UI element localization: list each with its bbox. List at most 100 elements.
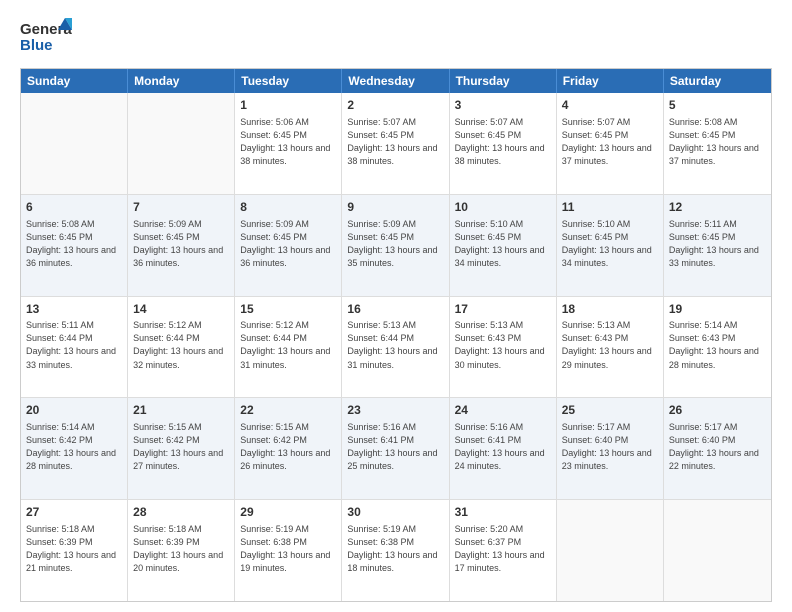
calendar-cell: 28Sunrise: 5:18 AM Sunset: 6:39 PM Dayli… <box>128 500 235 601</box>
day-info: Sunrise: 5:11 AM Sunset: 6:44 PM Dayligh… <box>26 319 122 371</box>
calendar-cell: 22 Sunrise: 5:15 AM Sunset: 6:42 PM Dayli… <box>235 398 342 499</box>
day-info: Sunrise: 5:10 AM Sunset: 6:45 PM Dayligh… <box>455 218 551 270</box>
day-info: Sunrise: 5:16 AM Sunset: 6:41 PM Dayligh… <box>455 421 551 473</box>
day-info: Sunrise: 5:15 AM Sunset: 6:42 PM Dayligh… <box>133 421 229 473</box>
calendar-cell: 30Sunrise: 5:19 AM Sunset: 6:38 PM Dayli… <box>342 500 449 601</box>
calendar-cell: 3 Sunrise: 5:07 AM Sunset: 6:45 PM Daylig… <box>450 93 557 194</box>
calendar-cell: 5 Sunrise: 5:08 AM Sunset: 6:45 PM Daylig… <box>664 93 771 194</box>
calendar-cell: 4Sunrise: 5:07 AM Sunset: 6:45 PM Daylig… <box>557 93 664 194</box>
calendar-cell: 25 Sunrise: 5:17 AM Sunset: 6:40 PM Dayli… <box>557 398 664 499</box>
calendar-cell: 2 Sunrise: 5:07 AM Sunset: 6:45 PM Daylig… <box>342 93 449 194</box>
day-info: Sunrise: 5:18 AM Sunset: 6:39 PM Dayligh… <box>26 523 122 575</box>
day-number: 2 <box>347 97 443 114</box>
calendar-cell: 17Sunrise: 5:13 AM Sunset: 6:43 PM Dayli… <box>450 297 557 398</box>
day-number: 14 <box>133 301 229 318</box>
day-number: 31 <box>455 504 551 521</box>
day-info: Sunrise: 5:09 AM Sunset: 6:45 PM Dayligh… <box>133 218 229 270</box>
weekday-header: Saturday <box>664 69 771 93</box>
day-number: 9 <box>347 199 443 216</box>
day-info: Sunrise: 5:09 AM Sunset: 6:45 PM Dayligh… <box>240 218 336 270</box>
calendar-cell: 19Sunrise: 5:14 AM Sunset: 6:43 PM Dayli… <box>664 297 771 398</box>
weekday-header: Sunday <box>21 69 128 93</box>
day-number: 23 <box>347 402 443 419</box>
weekday-header: Thursday <box>450 69 557 93</box>
calendar-row: 13Sunrise: 5:11 AM Sunset: 6:44 PM Dayli… <box>21 297 771 399</box>
day-number: 8 <box>240 199 336 216</box>
day-info: Sunrise: 5:14 AM Sunset: 6:42 PM Dayligh… <box>26 421 122 473</box>
day-number: 21 <box>133 402 229 419</box>
calendar-cell: 1 Sunrise: 5:06 AM Sunset: 6:45 PM Daylig… <box>235 93 342 194</box>
calendar-cell: 6 Sunrise: 5:08 AM Sunset: 6:45 PM Daylig… <box>21 195 128 296</box>
day-number: 16 <box>347 301 443 318</box>
day-info: Sunrise: 5:07 AM Sunset: 6:45 PM Dayligh… <box>347 116 443 168</box>
calendar-cell: 18Sunrise: 5:13 AM Sunset: 6:43 PM Dayli… <box>557 297 664 398</box>
calendar-cell: 29 Sunrise: 5:19 AM Sunset: 6:38 PM Dayli… <box>235 500 342 601</box>
calendar-cell: 26Sunrise: 5:17 AM Sunset: 6:40 PM Dayli… <box>664 398 771 499</box>
logo-svg: General Blue <box>20 16 72 58</box>
calendar-cell: 7 Sunrise: 5:09 AM Sunset: 6:45 PM Daylig… <box>128 195 235 296</box>
day-info: Sunrise: 5:13 AM Sunset: 6:43 PM Dayligh… <box>562 319 658 371</box>
calendar-cell <box>664 500 771 601</box>
calendar-cell <box>557 500 664 601</box>
day-info: Sunrise: 5:14 AM Sunset: 6:43 PM Dayligh… <box>669 319 766 371</box>
day-number: 18 <box>562 301 658 318</box>
day-number: 17 <box>455 301 551 318</box>
day-number: 27 <box>26 504 122 521</box>
day-number: 1 <box>240 97 336 114</box>
day-info: Sunrise: 5:07 AM Sunset: 6:45 PM Dayligh… <box>455 116 551 168</box>
weekday-header: Wednesday <box>342 69 449 93</box>
calendar: SundayMondayTuesdayWednesdayThursdayFrid… <box>20 68 772 602</box>
calendar-cell: 27 Sunrise: 5:18 AM Sunset: 6:39 PM Dayli… <box>21 500 128 601</box>
logo: General Blue <box>20 16 72 58</box>
day-info: Sunrise: 5:08 AM Sunset: 6:45 PM Dayligh… <box>26 218 122 270</box>
calendar-header: SundayMondayTuesdayWednesdayThursdayFrid… <box>21 69 771 93</box>
day-number: 10 <box>455 199 551 216</box>
day-number: 4 <box>562 97 658 114</box>
day-info: Sunrise: 5:13 AM Sunset: 6:44 PM Dayligh… <box>347 319 443 371</box>
day-number: 5 <box>669 97 766 114</box>
day-info: Sunrise: 5:12 AM Sunset: 6:44 PM Dayligh… <box>133 319 229 371</box>
day-info: Sunrise: 5:12 AM Sunset: 6:44 PM Dayligh… <box>240 319 336 371</box>
calendar-cell: 9 Sunrise: 5:09 AM Sunset: 6:45 PM Daylig… <box>342 195 449 296</box>
day-number: 15 <box>240 301 336 318</box>
day-info: Sunrise: 5:13 AM Sunset: 6:43 PM Dayligh… <box>455 319 551 371</box>
day-number: 11 <box>562 199 658 216</box>
day-info: Sunrise: 5:10 AM Sunset: 6:45 PM Dayligh… <box>562 218 658 270</box>
calendar-cell: 31 Sunrise: 5:20 AM Sunset: 6:37 PM Dayli… <box>450 500 557 601</box>
day-info: Sunrise: 5:11 AM Sunset: 6:45 PM Dayligh… <box>669 218 766 270</box>
weekday-header: Friday <box>557 69 664 93</box>
calendar-cell: 10 Sunrise: 5:10 AM Sunset: 6:45 PM Dayli… <box>450 195 557 296</box>
day-info: Sunrise: 5:19 AM Sunset: 6:38 PM Dayligh… <box>240 523 336 575</box>
page: General Blue SundayMondayTuesdayWednesda… <box>0 0 792 612</box>
day-info: Sunrise: 5:20 AM Sunset: 6:37 PM Dayligh… <box>455 523 551 575</box>
day-number: 25 <box>562 402 658 419</box>
calendar-body: 1 Sunrise: 5:06 AM Sunset: 6:45 PM Daylig… <box>21 93 771 601</box>
header: General Blue <box>20 16 772 58</box>
day-number: 30 <box>347 504 443 521</box>
day-info: Sunrise: 5:17 AM Sunset: 6:40 PM Dayligh… <box>669 421 766 473</box>
day-info: Sunrise: 5:17 AM Sunset: 6:40 PM Dayligh… <box>562 421 658 473</box>
calendar-cell: 14Sunrise: 5:12 AM Sunset: 6:44 PM Dayli… <box>128 297 235 398</box>
calendar-cell: 8 Sunrise: 5:09 AM Sunset: 6:45 PM Daylig… <box>235 195 342 296</box>
day-info: Sunrise: 5:18 AM Sunset: 6:39 PM Dayligh… <box>133 523 229 575</box>
day-number: 7 <box>133 199 229 216</box>
day-info: Sunrise: 5:16 AM Sunset: 6:41 PM Dayligh… <box>347 421 443 473</box>
day-info: Sunrise: 5:15 AM Sunset: 6:42 PM Dayligh… <box>240 421 336 473</box>
day-number: 3 <box>455 97 551 114</box>
day-number: 19 <box>669 301 766 318</box>
day-number: 6 <box>26 199 122 216</box>
day-info: Sunrise: 5:06 AM Sunset: 6:45 PM Dayligh… <box>240 116 336 168</box>
day-info: Sunrise: 5:08 AM Sunset: 6:45 PM Dayligh… <box>669 116 766 168</box>
calendar-cell: 15Sunrise: 5:12 AM Sunset: 6:44 PM Dayli… <box>235 297 342 398</box>
svg-text:Blue: Blue <box>20 37 53 54</box>
day-number: 13 <box>26 301 122 318</box>
day-number: 22 <box>240 402 336 419</box>
calendar-cell <box>21 93 128 194</box>
day-info: Sunrise: 5:09 AM Sunset: 6:45 PM Dayligh… <box>347 218 443 270</box>
day-number: 12 <box>669 199 766 216</box>
day-number: 29 <box>240 504 336 521</box>
calendar-row: 27 Sunrise: 5:18 AM Sunset: 6:39 PM Dayli… <box>21 500 771 601</box>
calendar-cell: 11 Sunrise: 5:10 AM Sunset: 6:45 PM Dayli… <box>557 195 664 296</box>
calendar-cell: 12 Sunrise: 5:11 AM Sunset: 6:45 PM Dayli… <box>664 195 771 296</box>
calendar-row: 20Sunrise: 5:14 AM Sunset: 6:42 PM Dayli… <box>21 398 771 500</box>
